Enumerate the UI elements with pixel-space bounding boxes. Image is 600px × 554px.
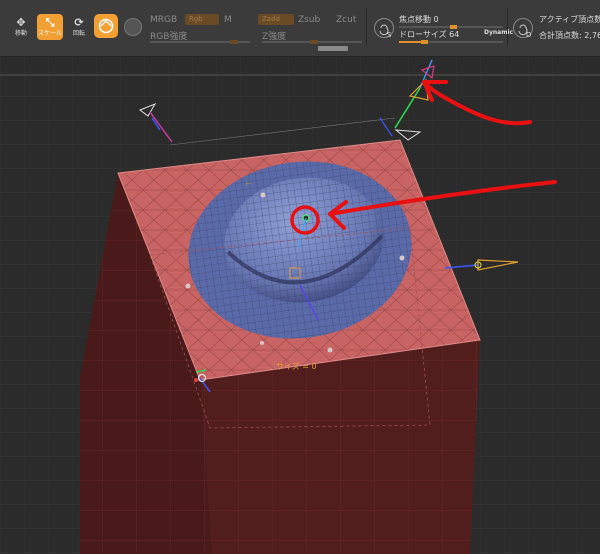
gizmo-icon (98, 18, 114, 34)
focal-shift-readout[interactable]: 焦点移動 0 (399, 14, 439, 25)
active-points-readout: アクティブ頂点数: 2 (539, 15, 600, 24)
draw-size-readout[interactable]: ドローサイズ 64 (399, 29, 459, 40)
dynamic-toggle[interactable]: Dynamic (484, 29, 513, 36)
divider (366, 8, 367, 46)
scale-tool-button[interactable]: ⤡ スケール (37, 14, 63, 40)
gizmo-toggle-button[interactable] (94, 14, 118, 38)
rgb-toggle[interactable]: Rgb (185, 14, 219, 25)
z-intensity-handle[interactable] (310, 40, 318, 44)
toolbar-scroll-handle[interactable] (318, 46, 348, 51)
rgb-intensity-handle[interactable] (230, 40, 238, 44)
dim-marker-icon: ⊢ (246, 180, 252, 188)
top-toolbar: ✥ 移動 ⤡ スケール ⟳ 回転 MRGB Rgb M Zadd Zsub Zc… (0, 0, 600, 57)
material-sphere-icon[interactable] (124, 18, 142, 36)
scale-icon: ⤡ (45, 16, 55, 29)
size-readout: サイズ = 0 (276, 361, 317, 371)
rotate-tool-button[interactable]: ⟳ 回転 (66, 14, 92, 40)
zadd-toggle[interactable]: Zadd (258, 14, 294, 25)
total-points-readout: 合計頂点数: 2,766 (539, 31, 600, 40)
draw-size-handle[interactable] (421, 40, 428, 44)
mrgb-toggle[interactable]: MRGB (150, 15, 177, 25)
move-icon: ✥ (16, 16, 26, 29)
m-toggle[interactable]: M (224, 15, 232, 25)
3d-viewport[interactable]: サイズ = 0 ⊢ (0, 57, 600, 554)
rotate-icon: ⟳ (74, 16, 84, 29)
divider (507, 8, 508, 46)
draw-size-fill (399, 41, 421, 43)
move-tool-button[interactable]: ✥ 移動 (8, 14, 34, 40)
zcut-toggle[interactable]: Zcut (336, 15, 356, 25)
zsub-toggle[interactable]: Zsub (298, 15, 320, 25)
